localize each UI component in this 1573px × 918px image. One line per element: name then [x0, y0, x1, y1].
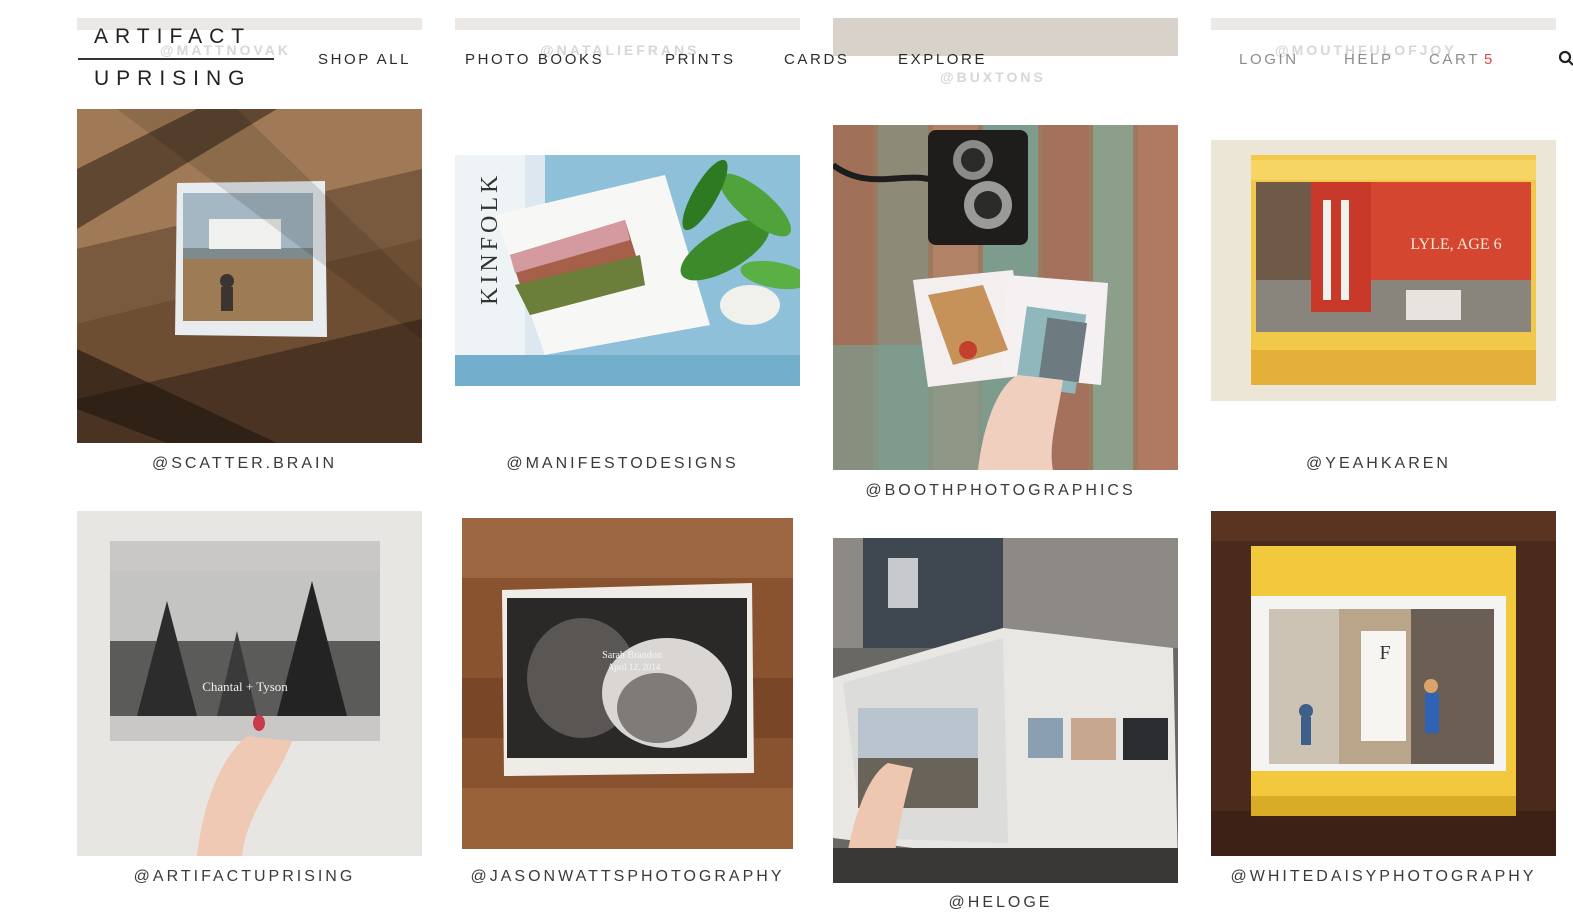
- previous-row-photo: [1211, 18, 1556, 30]
- kinfolk-cover-text: KINFOLK: [477, 172, 503, 305]
- gallery-photo-artifactuprising[interactable]: Chantal + Tyson: [77, 511, 422, 856]
- photo-handle-link[interactable]: @SCATTER.BRAIN: [77, 455, 412, 473]
- chantal-cover-text: Chantal + Tyson: [202, 679, 288, 694]
- gallery-photo-jasonwattsphotography[interactable]: Sarah Brandon April 12, 2014: [462, 518, 793, 849]
- photo-handle-link[interactable]: @MANIFESTODESIGNS: [455, 455, 790, 473]
- photo-handle-link[interactable]: @WHITEDAISYPHOTOGRAPHY: [1211, 868, 1556, 886]
- nav-photo-books[interactable]: PHOTO BOOKS: [465, 51, 604, 68]
- gallery-photo-boothphotographics[interactable]: [833, 125, 1178, 470]
- photo-handle-link[interactable]: @JASONWATTSPHOTOGRAPHY: [455, 868, 800, 886]
- login-link[interactable]: LOGIN: [1239, 51, 1299, 68]
- photo-handle-link[interactable]: @YEAHKAREN: [1211, 455, 1546, 473]
- cart-label: CART: [1429, 51, 1480, 68]
- search-icon[interactable]: [1558, 50, 1573, 66]
- photo-handle-link[interactable]: @HELOGE: [833, 894, 1168, 912]
- cart-link[interactable]: CART 5: [1429, 51, 1495, 68]
- gallery-photo-manifestodesigns[interactable]: KINFOLK: [455, 155, 800, 386]
- previous-row-photo: [455, 18, 800, 30]
- nav-cards[interactable]: CARDS: [784, 51, 850, 68]
- brand-logo[interactable]: ARTIFACT UPRISING: [78, 24, 274, 92]
- photo-handle-link[interactable]: @ARTIFACTUPRISING: [77, 868, 412, 886]
- photo-handle-link[interactable]: @BOOTHPHOTOGRAPHICS: [833, 482, 1168, 500]
- gallery-photo-whitedaisyphotography[interactable]: F: [1211, 511, 1556, 856]
- logo-line-1: ARTIFACT: [94, 25, 252, 48]
- gallery-photo-heloge[interactable]: [833, 538, 1178, 883]
- help-link[interactable]: HELP: [1344, 51, 1394, 68]
- previous-row-handle: @BUXTONS: [940, 69, 1046, 85]
- nav-prints[interactable]: PRINTS: [665, 51, 736, 68]
- previous-row-photo: [833, 18, 1178, 56]
- site-header: @MATTNOVAK @NATALIEFRANS @BUXTONS @MOUTH…: [0, 0, 1573, 100]
- nav-explore[interactable]: EXPLORE: [898, 51, 987, 68]
- couple-date-text: April 12, 2014: [608, 662, 661, 672]
- cart-count-badge: 5: [1483, 51, 1495, 68]
- nav-shop-all[interactable]: SHOP ALL: [318, 51, 411, 68]
- book-letter-text: F: [1379, 642, 1390, 664]
- couple-names-text: Sarah Brandon: [602, 650, 662, 661]
- lyle-cover-text: LYLE, AGE 6: [1410, 236, 1501, 253]
- logo-line-2: UPRISING: [94, 67, 252, 90]
- gallery-photo-scatter-brain[interactable]: [77, 109, 422, 443]
- gallery-photo-yeahkaren[interactable]: LYLE, AGE 6: [1211, 140, 1556, 401]
- page: @MATTNOVAK @NATALIEFRANS @BUXTONS @MOUTH…: [0, 0, 1573, 918]
- logo-rule: [78, 58, 274, 60]
